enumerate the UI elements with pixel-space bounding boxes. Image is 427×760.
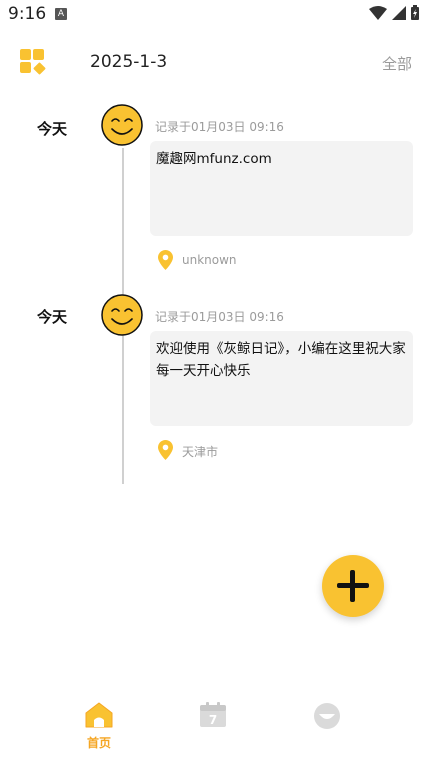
wifi-icon (369, 5, 387, 20)
battery-icon (411, 5, 419, 20)
status-time: 9:16 (8, 4, 47, 24)
calendar-icon: 7 (200, 702, 226, 727)
nav-home[interactable]: 首页 (69, 702, 129, 752)
nav-mood[interactable] (297, 702, 357, 752)
status-bar: 9:16 A (0, 0, 427, 30)
date-title[interactable]: 2025-1-3 (90, 52, 167, 72)
home-icon (85, 702, 113, 728)
header: 2025-1-3 全部 (0, 40, 427, 84)
smiley-mood-icon (101, 294, 143, 336)
notification-a-icon: A (55, 8, 67, 20)
location-pin-icon (158, 250, 173, 270)
add-entry-button[interactable] (322, 555, 384, 617)
smiley-mood-icon (101, 104, 143, 146)
entry-location: unknown (182, 253, 237, 267)
filter-all-button[interactable]: 全部 (382, 53, 412, 74)
entry-record-time: 记录于01月03日 09:16 (155, 310, 284, 324)
calendar-day-number: 7 (209, 713, 217, 727)
entry-content-card[interactable]: 欢迎使用《灰鲸日记》，小编在这里祝大家每一天开心快乐 (150, 331, 413, 426)
location-pin-icon (158, 440, 173, 460)
nav-home-label: 首页 (86, 736, 111, 750)
entry-location: 天津市 (182, 445, 219, 459)
menu-grid-icon[interactable] (19, 48, 47, 76)
entry-day-label: 今天 (37, 120, 68, 138)
signal-icon (392, 5, 406, 20)
bottom-nav: 首页 7 (0, 690, 427, 760)
entry-content-card[interactable]: 魔趣网mfunz.com (150, 141, 413, 236)
mood-face-icon (314, 703, 340, 729)
nav-calendar[interactable]: 7 (183, 702, 243, 752)
entry-record-time: 记录于01月03日 09:16 (155, 120, 284, 134)
entry-day-label: 今天 (37, 308, 68, 326)
